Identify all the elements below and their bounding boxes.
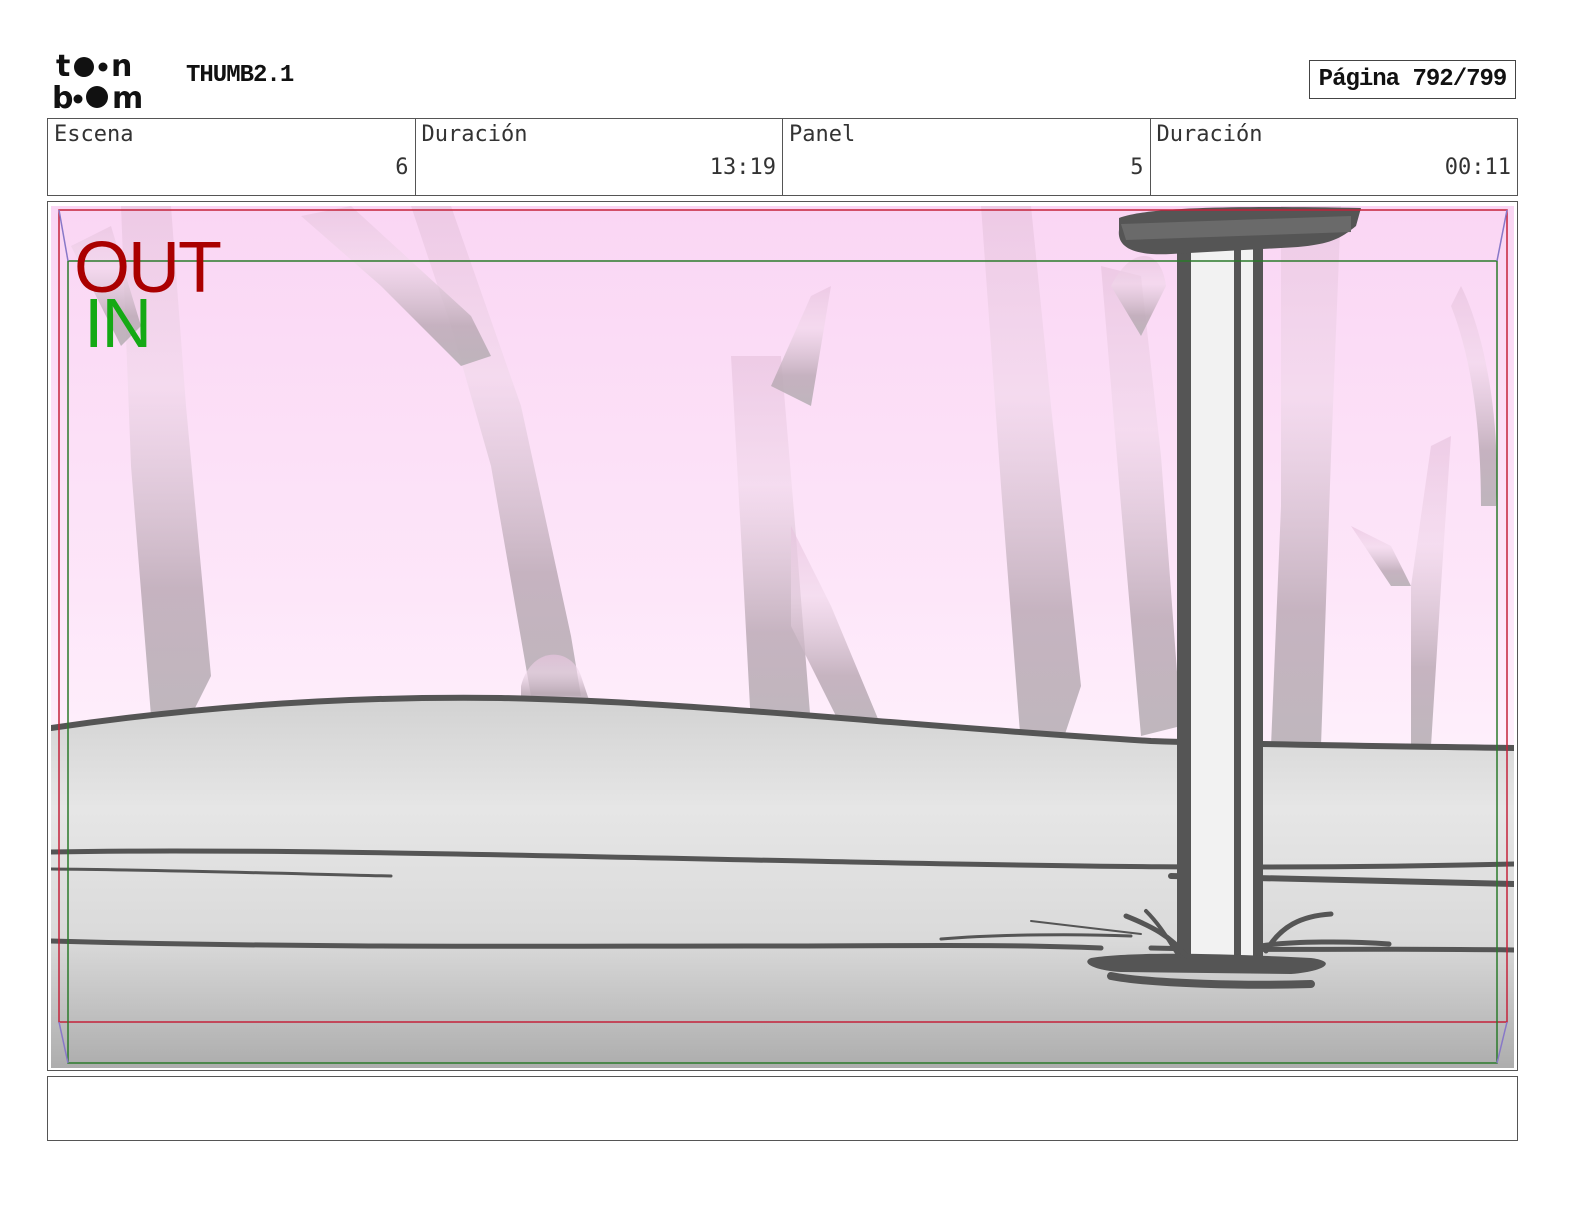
svg-text:m: m [112, 81, 143, 112]
svg-text:n: n [111, 50, 132, 84]
panel-duration-value: 00:11 [1444, 155, 1511, 180]
toonboom-logo-icon: t n b m [52, 50, 143, 112]
panel-label: Panel [789, 122, 856, 147]
page-indicator: Página 792/799 [1309, 60, 1516, 99]
panel-notes-box [47, 1076, 1518, 1141]
storyboard-panel-image [51, 206, 1514, 1068]
panel-value: 5 [1130, 155, 1144, 180]
in-frame-label: IN [84, 284, 152, 362]
panel-duration-label: Duración [1156, 122, 1263, 147]
svg-text:t: t [56, 50, 70, 84]
panel-duration-cell: Duración 00:11 [1151, 119, 1518, 195]
project-title: THUMB2.1 [186, 62, 294, 89]
svg-text:b: b [52, 81, 73, 112]
scene-value: 6 [395, 155, 409, 180]
info-table: Escena 6 Duración 13:19 Panel 5 Duración… [47, 118, 1518, 196]
scene-cell: Escena 6 [48, 119, 416, 195]
panel-cell: Panel 5 [783, 119, 1151, 195]
ground [51, 697, 1514, 1068]
scene-label: Escena [54, 122, 134, 147]
scene-duration-label: Duración [421, 122, 528, 147]
scene-duration-cell: Duración 13:19 [416, 119, 783, 195]
scene-duration-value: 13:19 [709, 155, 776, 180]
